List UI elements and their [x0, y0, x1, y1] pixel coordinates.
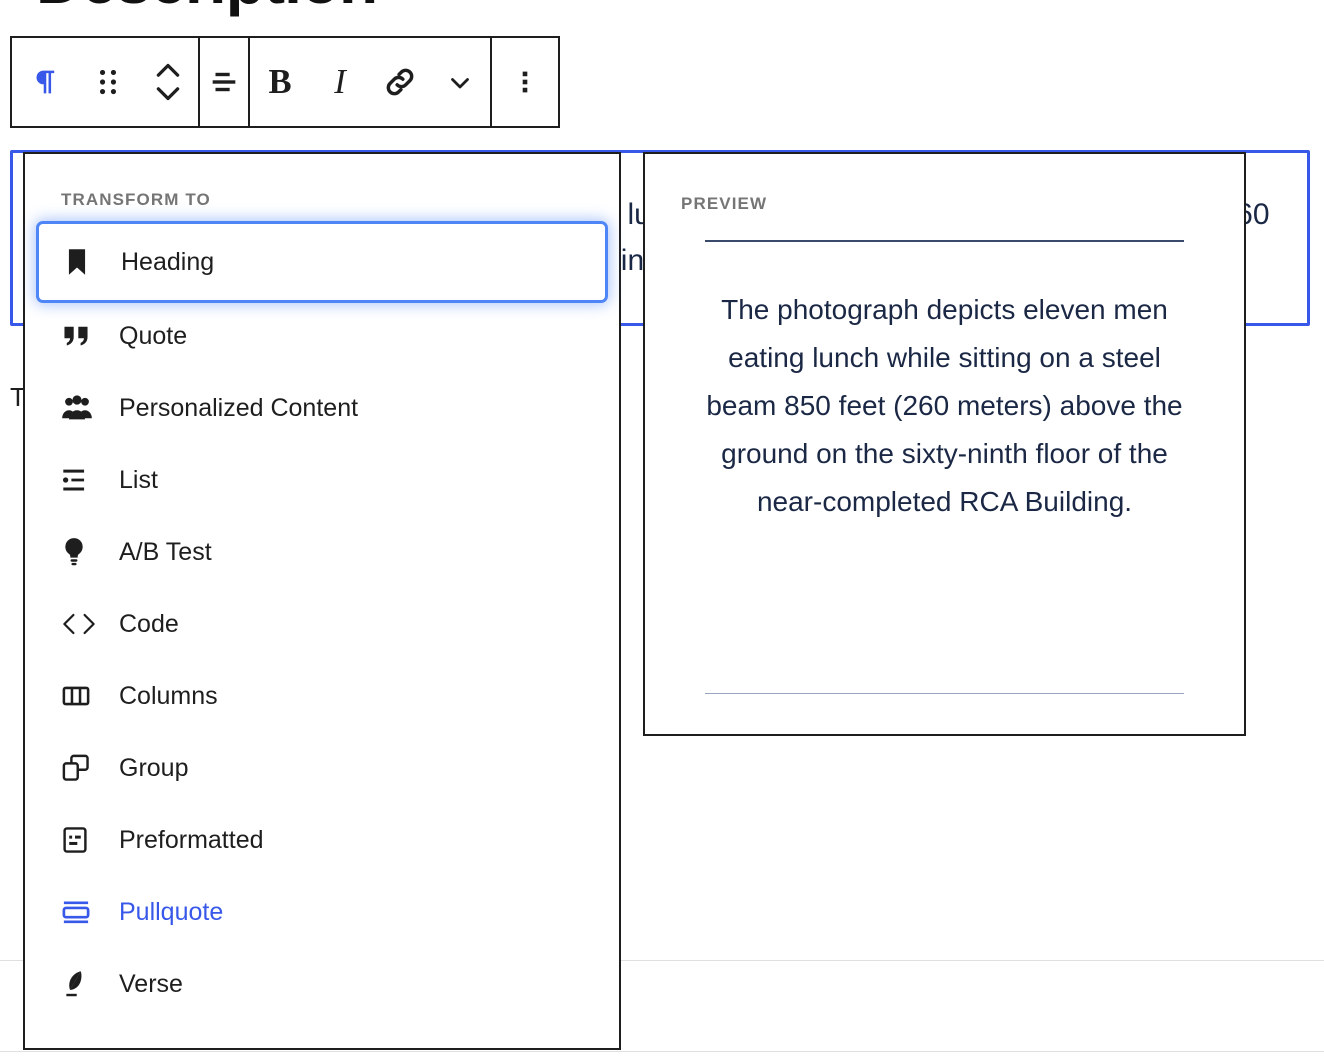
bold-icon: B — [263, 64, 297, 100]
transform-item-group[interactable]: Group — [25, 732, 619, 804]
bold-button[interactable]: B — [250, 38, 310, 126]
toolbar-group-options — [492, 38, 558, 126]
ellipsis-vertical-icon — [512, 67, 538, 97]
align-center-icon — [207, 65, 241, 99]
italic-button[interactable]: I — [310, 38, 370, 126]
transform-item-label: Heading — [121, 248, 214, 277]
preview-body-text: The photograph depicts eleven men eating… — [701, 286, 1188, 526]
toolbar-group-align — [200, 38, 250, 126]
canvas-divider-bottom — [0, 1051, 1324, 1052]
svg-text:B: B — [268, 64, 291, 100]
transform-item-columns[interactable]: Columns — [25, 660, 619, 732]
list-icon — [61, 466, 101, 494]
transform-item-preformatted[interactable]: Preformatted — [25, 804, 619, 876]
transform-item-ab-test[interactable]: A/B Test — [25, 516, 619, 588]
transform-item-label: Personalized Content — [119, 394, 358, 423]
transform-item-label: Quote — [119, 322, 187, 351]
transform-item-personalized-content[interactable]: Personalized Content — [25, 372, 619, 444]
transform-to-list: Heading Quote — [25, 224, 619, 1020]
quill-feather-icon — [61, 969, 101, 999]
preformatted-icon — [61, 825, 101, 855]
document-heading[interactable]: Description — [36, 0, 377, 18]
code-brackets-icon — [61, 610, 101, 638]
block-toolbar: B I — [10, 36, 560, 128]
svg-text:I: I — [333, 64, 347, 100]
transform-item-code[interactable]: Code — [25, 588, 619, 660]
more-formats-button[interactable] — [430, 38, 490, 126]
transform-item-list[interactable]: List — [25, 444, 619, 516]
link-chain-icon — [382, 64, 418, 100]
transform-item-label: List — [119, 466, 158, 495]
quote-icon — [61, 322, 101, 350]
transform-item-label: Columns — [119, 682, 218, 711]
transform-item-heading[interactable]: Heading — [39, 224, 605, 300]
link-button[interactable] — [370, 38, 430, 126]
preview-rule-bottom — [705, 693, 1184, 694]
block-options-button[interactable] — [492, 38, 558, 126]
transform-item-quote[interactable]: Quote — [25, 300, 619, 372]
transform-item-verse[interactable]: Verse — [25, 948, 619, 1020]
drag-handle-button[interactable] — [78, 38, 138, 126]
transform-item-label: Group — [119, 754, 188, 783]
transform-item-label: Preformatted — [119, 826, 264, 855]
move-up-down-button[interactable] — [138, 38, 198, 126]
preview-rule-top — [705, 240, 1184, 242]
columns-icon — [61, 682, 101, 710]
transform-item-label: Code — [119, 610, 179, 639]
lightbulb-icon — [61, 537, 101, 567]
transform-item-label: A/B Test — [119, 538, 212, 567]
italic-icon: I — [323, 64, 357, 100]
transform-preview-popover: PREVIEW The photograph depicts eleven me… — [643, 152, 1246, 736]
paragraph-icon — [28, 65, 62, 99]
toolbar-group-format: B I — [250, 38, 492, 126]
people-group-icon — [61, 394, 101, 422]
preview-label: PREVIEW — [645, 154, 1244, 214]
chevron-down-icon — [445, 67, 475, 97]
chevron-up-down-icon — [151, 60, 185, 104]
transform-to-dropdown: TRANSFORM TO Heading Quote — [23, 152, 621, 1050]
block-type-paragraph-button[interactable] — [12, 38, 78, 126]
transform-item-label: Verse — [119, 970, 183, 999]
heading-bookmark-icon — [63, 247, 103, 277]
drag-dots-icon — [95, 67, 121, 97]
align-text-button[interactable] — [200, 38, 248, 126]
transform-item-pullquote[interactable]: Pullquote — [25, 876, 619, 948]
group-stack-icon — [61, 753, 101, 783]
transform-to-section-label: TRANSFORM TO — [25, 154, 619, 224]
transform-item-label: Pullquote — [119, 898, 223, 927]
toolbar-group-block — [12, 38, 200, 126]
pullquote-icon — [61, 898, 101, 926]
